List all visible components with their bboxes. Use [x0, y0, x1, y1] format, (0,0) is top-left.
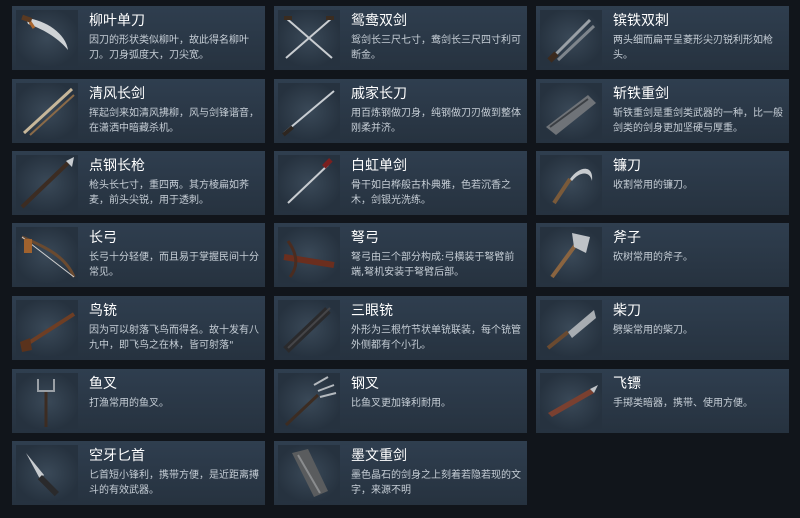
weapon-name: 清风长剑: [89, 86, 145, 102]
weapon-desc: 长弓十分轻便，而且易于掌握民间十分常见。: [89, 252, 259, 278]
weapon-card[interactable]: 斧子 砍树常用的斧子。: [536, 223, 789, 287]
weapon-name: 飞镖: [613, 376, 641, 392]
weapon-name: 戚家长刀: [351, 86, 407, 102]
weapon-desc: 用百炼钢做刀身，纯钢做刀刃做到整体刚柔并济。: [351, 108, 521, 134]
weapon-card[interactable]: 柴刀 劈柴常用的柴刀。: [536, 296, 789, 360]
weapon-card[interactable]: 点钢长枪 枪头长七寸，重四两。其方棱扁如荞麦，前头尖锐，用于透刺。: [12, 151, 265, 215]
weapon-desc: 鸳剑长三尺七寸，鸯剑长三尺四寸利可断金。: [351, 35, 521, 61]
weapon-desc: 墨色晶石的剑身之上刻着若隐若现的文字，来源不明: [351, 470, 521, 496]
weapon-name: 镔铁双刺: [613, 13, 669, 29]
long-sword-icon: [16, 83, 78, 139]
weapon-name: 弩弓: [351, 230, 379, 246]
weapon-name: 鱼叉: [89, 376, 117, 392]
weapon-card[interactable]: 柳叶单刀 因刀的形状类似柳叶，故此得名柳叶刀。刀身弧度大，刀尖宽。: [12, 6, 265, 70]
weapon-desc: 比鱼叉更加锋利耐用。: [351, 398, 451, 409]
fish-spear-icon: [16, 373, 78, 429]
weapon-name: 墨文重剑: [351, 448, 407, 464]
weapon-name: 镰刀: [613, 158, 641, 174]
weapon-card[interactable]: 长弓 长弓十分轻便，而且易于掌握民间十分常见。: [12, 223, 265, 287]
weapon-name: 空牙匕首: [89, 448, 145, 464]
crossbow-icon: [278, 227, 340, 283]
weapon-desc: 收割常用的镰刀。: [613, 180, 693, 191]
weapon-card[interactable]: 斩铁重剑 斩铁重剑是重剑类武器的一种，比一般剑类的剑身更加坚硬与厚重。: [536, 79, 789, 143]
weapon-card[interactable]: 空牙匕首 匕首短小锋利，携带方便，是近距离搏斗的有效武器。: [12, 441, 265, 505]
weapon-desc: 手掷类暗器，携带、使用方便。: [613, 398, 753, 409]
twin-daggers-icon: [540, 10, 602, 66]
weapon-card[interactable]: 鱼叉 打渔常用的鱼叉。: [12, 369, 265, 433]
weapon-name: 鸟铳: [89, 303, 117, 319]
weapon-desc: 弩弓由三个部分构成:弓横装于弩臂前端,弩机安装于弩臂后部。: [351, 252, 515, 278]
twin-swords-icon: [278, 10, 340, 66]
weapon-card[interactable]: 清风长剑 挥起剑来如清风拂柳，风与剑锋谐音，在潇洒中暗藏杀机。: [12, 79, 265, 143]
weapon-desc: 因为可以射落飞鸟而得名。故十发有八九中，即飞鸟之在林，皆可射落": [89, 325, 259, 351]
weapon-desc: 砍树常用的斧子。: [613, 252, 693, 263]
weapon-desc: 挥起剑来如清风拂柳，风与剑锋谐音，在潇洒中暗藏杀机。: [89, 108, 259, 134]
dart-icon: [540, 373, 602, 429]
weapon-desc: 两头细而扁平呈菱形尖刃锐利形如枪头。: [613, 35, 773, 61]
weapon-name: 长弓: [89, 230, 117, 246]
weapon-card[interactable]: 戚家长刀 用百炼钢做刀身，纯钢做刀刃做到整体刚柔并济。: [274, 79, 527, 143]
weapon-card[interactable]: 弩弓 弩弓由三个部分构成:弓横装于弩臂前端,弩机安装于弩臂后部。: [274, 223, 527, 287]
weapon-card[interactable]: 镔铁双刺 两头细而扁平呈菱形尖刃锐利形如枪头。: [536, 6, 789, 70]
axe-icon: [540, 227, 602, 283]
weapon-name: 斧子: [613, 230, 641, 246]
spear-icon: [16, 155, 78, 211]
weapon-name: 白虹单剑: [351, 158, 407, 174]
weapon-name: 三眼铳: [351, 303, 393, 319]
musket-icon: [16, 300, 78, 356]
weapon-desc: 匕首短小锋利，携带方便，是近距离搏斗的有效武器。: [89, 470, 259, 496]
weapon-desc: 外形为三根竹节状单铳联装，每个铳管外侧都有个小孔。: [351, 325, 521, 351]
weapon-name: 柴刀: [613, 303, 641, 319]
weapon-name: 柳叶单刀: [89, 13, 145, 29]
weapon-name: 鸳鸯双剑: [351, 13, 407, 29]
longbow-icon: [16, 227, 78, 283]
weapon-desc: 骨干如白桦般古朴典雅，色若沉香之木，剑银光洗练。: [351, 180, 511, 206]
willow-leaf-saber-icon: [16, 10, 78, 66]
weapon-card[interactable]: 白虹单剑 骨干如白桦般古朴典雅，色若沉香之木，剑银光洗练。: [274, 151, 527, 215]
ink-heavy-sword-icon: [278, 445, 340, 501]
long-saber-icon: [278, 83, 340, 139]
weapon-name: 斩铁重剑: [613, 86, 669, 102]
weapon-desc: 打渔常用的鱼叉。: [89, 398, 169, 409]
weapon-card[interactable]: 鸟铳 因为可以射落飞鸟而得名。故十发有八九中，即飞鸟之在林，皆可射落": [12, 296, 265, 360]
single-sword-icon: [278, 155, 340, 211]
weapon-card[interactable]: 三眼铳 外形为三根竹节状单铳联装，每个铳管外侧都有个小孔。: [274, 296, 527, 360]
heavy-sword-icon: [540, 83, 602, 139]
weapon-card[interactable]: 鸳鸯双剑 鸳剑长三尺七寸，鸯剑长三尺四寸利可断金。: [274, 6, 527, 70]
weapon-desc: 因刀的形状类似柳叶，故此得名柳叶刀。刀身弧度大，刀尖宽。: [89, 35, 249, 61]
weapon-card[interactable]: 镰刀 收割常用的镰刀。: [536, 151, 789, 215]
sickle-icon: [540, 155, 602, 211]
dagger-icon: [16, 445, 78, 501]
weapon-card[interactable]: 钢叉 比鱼叉更加锋利耐用。: [274, 369, 527, 433]
three-barrel-gun-icon: [278, 300, 340, 356]
machete-icon: [540, 300, 602, 356]
weapon-grid: 柳叶单刀 因刀的形状类似柳叶，故此得名柳叶刀。刀身弧度大，刀尖宽。 鸳鸯双剑 鸳…: [0, 0, 800, 518]
weapon-desc: 斩铁重剑是重剑类武器的一种，比一般剑类的剑身更加坚硬与厚重。: [613, 108, 783, 134]
weapon-name: 钢叉: [351, 376, 379, 392]
weapon-desc: 劈柴常用的柴刀。: [613, 325, 693, 336]
weapon-card[interactable]: 飞镖 手掷类暗器，携带、使用方便。: [536, 369, 789, 433]
weapon-desc: 枪头长七寸，重四两。其方棱扁如荞麦，前头尖锐，用于透刺。: [89, 180, 249, 206]
weapon-card[interactable]: 墨文重剑 墨色晶石的剑身之上刻着若隐若现的文字，来源不明: [274, 441, 527, 505]
trident-icon: [278, 373, 340, 429]
weapon-name: 点钢长枪: [89, 158, 145, 174]
